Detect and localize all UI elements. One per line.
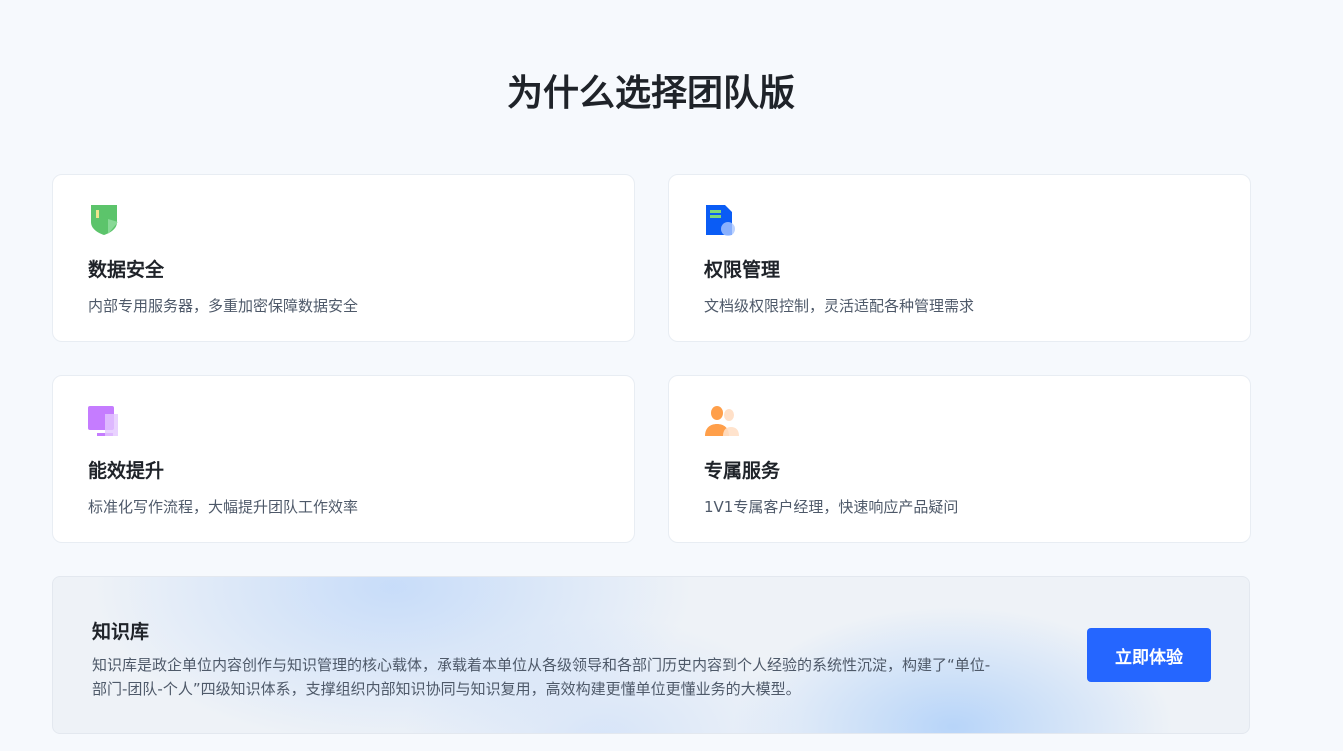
knowledge-base-banner: 知识库 知识库是政企单位内容创作与知识管理的核心载体，承载着本单位从各级领导和各… [52,576,1250,734]
try-now-button[interactable]: 立即体验 [1087,628,1211,682]
knowledge-desc: 知识库是政企单位内容创作与知识管理的核心载体，承载着本单位从各级领导和各部门历史… [92,656,991,698]
feature-desc: 1V1专属客户经理，快速响应产品疑问 [704,498,959,516]
feature-card-efficiency: 能效提升 标准化写作流程，大幅提升团队工作效率 [52,375,635,543]
feature-card-permission: 权限管理 文档级权限控制，灵活适配各种管理需求 [668,174,1251,342]
feature-desc: 文档级权限控制，灵活适配各种管理需求 [704,297,975,315]
feature-card-dedicated-service: 专属服务 1V1专属客户经理，快速响应产品疑问 [668,375,1251,543]
support-person-icon [705,406,739,436]
feature-title: 权限管理 [704,259,781,281]
document-icon [706,205,735,236]
feature-card-data-security: 数据安全 内部专用服务器，多重加密保障数据安全 [52,174,635,342]
feature-title: 能效提升 [88,460,165,482]
page-title: 为什么选择团队版 [506,73,795,114]
feature-desc: 内部专用服务器，多重加密保障数据安全 [88,297,359,315]
shield-icon [91,205,118,235]
feature-title: 数据安全 [88,259,165,281]
feature-title: 专属服务 [704,460,781,482]
knowledge-title: 知识库 [92,621,150,643]
feature-desc: 标准化写作流程，大幅提升团队工作效率 [88,498,359,516]
monitor-icon [88,406,118,436]
